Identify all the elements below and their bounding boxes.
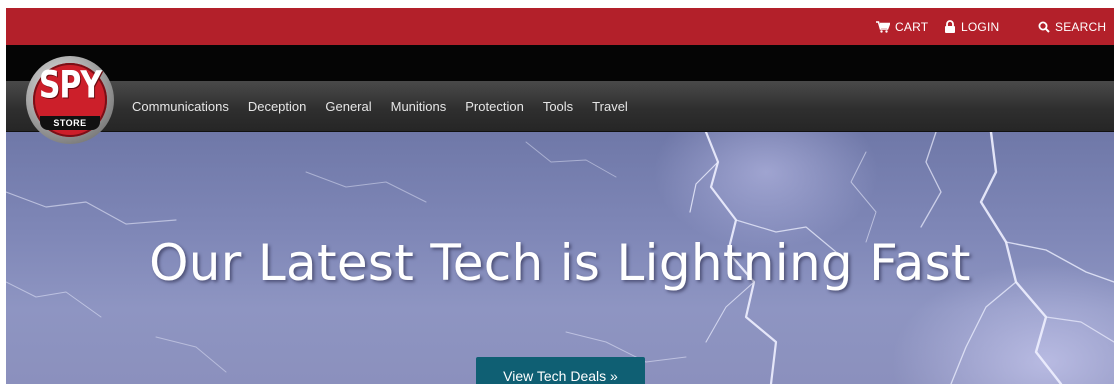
logo-text-spy: SPY — [38, 63, 102, 108]
lock-icon — [944, 20, 956, 33]
nav-item-travel[interactable]: Travel — [592, 99, 628, 114]
login-label: LOGIN — [961, 19, 1000, 34]
search-link[interactable]: SEARCH — [1038, 8, 1106, 45]
search-label: SEARCH — [1055, 19, 1107, 34]
cart-icon — [876, 20, 890, 33]
hero-banner: Our Latest Tech is Lightning Fast View T… — [6, 132, 1114, 384]
nav-list: Communications Deception General Munitio… — [132, 81, 628, 131]
page-frame: CART LOGIN SEARCH Communications Decepti… — [6, 8, 1114, 384]
main-nav: Communications Deception General Munitio… — [6, 81, 1114, 132]
nav-item-deception[interactable]: Deception — [248, 99, 307, 114]
nav-item-tools[interactable]: Tools — [543, 99, 573, 114]
header-band — [6, 45, 1114, 81]
login-link[interactable]: LOGIN — [944, 8, 999, 45]
search-icon — [1038, 21, 1050, 33]
cart-link[interactable]: CART — [876, 8, 928, 45]
nav-item-communications[interactable]: Communications — [132, 99, 229, 114]
hero-headline: Our Latest Tech is Lightning Fast — [149, 234, 971, 292]
view-tech-deals-button[interactable]: View Tech Deals » — [476, 357, 645, 384]
nav-item-protection[interactable]: Protection — [465, 99, 524, 114]
nav-item-munitions[interactable]: Munitions — [391, 99, 447, 114]
cart-label: CART — [895, 19, 929, 34]
utility-bar: CART LOGIN SEARCH — [6, 8, 1114, 45]
nav-item-general[interactable]: General — [325, 99, 371, 114]
logo-text-store: STORE — [53, 118, 87, 128]
spy-store-logo[interactable]: SPY STORE — [26, 56, 114, 144]
